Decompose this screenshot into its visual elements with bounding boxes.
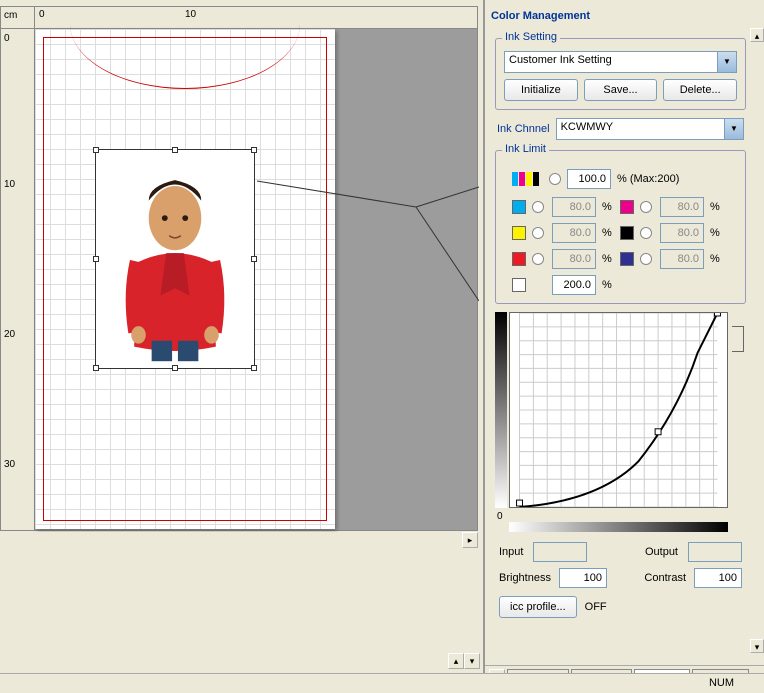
icc-status: OFF bbox=[585, 601, 607, 613]
resize-handle[interactable] bbox=[251, 147, 257, 153]
initialize-button[interactable]: Initialize bbox=[504, 79, 578, 101]
red-swatch bbox=[512, 252, 526, 266]
yellow-input[interactable] bbox=[552, 223, 596, 243]
black-input[interactable] bbox=[660, 223, 704, 243]
total-limit-suffix: % (Max:200) bbox=[617, 173, 679, 185]
ruler-tick: 20 bbox=[4, 329, 15, 340]
status-num: NUM bbox=[709, 677, 734, 689]
canvas-area[interactable]: cm 0 10 0 10 20 30 bbox=[0, 6, 478, 531]
pct-label: % bbox=[602, 279, 612, 291]
cyan-radio[interactable] bbox=[532, 201, 544, 213]
cmyk-icon bbox=[512, 172, 539, 186]
panel-title: Color Management bbox=[491, 10, 590, 22]
input-label: Input bbox=[499, 546, 523, 558]
ruler-tick: 0 bbox=[39, 9, 45, 20]
ink-setting-group: Ink Setting Customer Ink Setting Initial… bbox=[495, 38, 746, 110]
blue-radio[interactable] bbox=[640, 253, 652, 265]
scroll-up-icon[interactable]: ▴ bbox=[448, 653, 464, 669]
red-input[interactable] bbox=[552, 249, 596, 269]
pct-label: % bbox=[710, 253, 722, 265]
image-frame[interactable] bbox=[95, 149, 255, 369]
ruler-tick: 10 bbox=[4, 179, 15, 190]
red-radio[interactable] bbox=[532, 253, 544, 265]
cyan-swatch bbox=[512, 200, 526, 214]
resize-handle[interactable] bbox=[172, 147, 178, 153]
magenta-swatch bbox=[620, 200, 634, 214]
horizontal-scrollbar[interactable]: ▸ bbox=[0, 532, 478, 548]
curve-x-gradient bbox=[509, 522, 728, 532]
brightness-label: Brightness bbox=[499, 572, 551, 584]
total-limit-input[interactable] bbox=[567, 169, 611, 189]
white-swatch bbox=[512, 278, 526, 292]
save-button[interactable]: Save... bbox=[584, 79, 658, 101]
pct-label: % bbox=[602, 201, 614, 213]
resize-handle[interactable] bbox=[172, 365, 178, 371]
yellow-swatch bbox=[512, 226, 526, 240]
ruler-tick: 0 bbox=[4, 33, 10, 44]
ink-limit-group: Ink Limit % (Max:200) % % bbox=[495, 150, 746, 304]
scroll-up-icon[interactable]: ▴ bbox=[750, 28, 764, 42]
magenta-input[interactable] bbox=[660, 197, 704, 217]
panel-scrollbar[interactable]: ▴ ▾ bbox=[750, 28, 764, 653]
cyan-input[interactable] bbox=[552, 197, 596, 217]
magenta-radio[interactable] bbox=[640, 201, 652, 213]
resize-handle[interactable] bbox=[93, 147, 99, 153]
resize-handle[interactable] bbox=[93, 365, 99, 371]
pct-label: % bbox=[602, 227, 614, 239]
blue-swatch bbox=[620, 252, 634, 266]
color-management-panel: Color Management ▴ ▾ Ink Setting Custome… bbox=[483, 0, 764, 691]
scroll-right-icon[interactable]: ▸ bbox=[462, 532, 478, 548]
status-bar: NUM bbox=[0, 673, 764, 691]
curve-input-value[interactable] bbox=[533, 542, 587, 562]
curve-output-value[interactable] bbox=[688, 542, 742, 562]
ink-setting-dropdown[interactable]: Customer Ink Setting bbox=[504, 51, 737, 73]
resize-handle[interactable] bbox=[93, 256, 99, 262]
scroll-down-icon[interactable]: ▾ bbox=[750, 639, 764, 653]
pct-label: % bbox=[602, 253, 614, 265]
total-limit-radio[interactable] bbox=[549, 173, 561, 185]
ink-channel-dropdown[interactable]: KCWMWY bbox=[556, 118, 744, 140]
pct-label: % bbox=[710, 201, 722, 213]
ruler-unit: cm bbox=[1, 7, 35, 29]
ruler-vertical: 0 10 20 30 bbox=[1, 29, 35, 530]
resize-handle[interactable] bbox=[251, 256, 257, 262]
curve-bracket-icon[interactable] bbox=[732, 326, 744, 352]
tone-curve[interactable]: 0 bbox=[495, 312, 746, 520]
yellow-radio[interactable] bbox=[532, 227, 544, 239]
scroll-down-icon[interactable]: ▾ bbox=[464, 653, 480, 669]
black-radio[interactable] bbox=[640, 227, 652, 239]
ink-limit-legend: Ink Limit bbox=[502, 143, 549, 155]
black-swatch bbox=[620, 226, 634, 240]
resize-handle[interactable] bbox=[251, 365, 257, 371]
ruler-tick: 30 bbox=[4, 459, 15, 470]
canvas-vertical-scroll-buttons[interactable]: ▴ ▾ bbox=[286, 653, 480, 669]
placed-image[interactable] bbox=[102, 156, 248, 362]
white-input[interactable] bbox=[552, 275, 596, 295]
contrast-input[interactable] bbox=[694, 568, 742, 588]
ink-channel-label: Ink Chnnel bbox=[497, 123, 550, 135]
output-label: Output bbox=[645, 546, 678, 558]
blue-input[interactable] bbox=[660, 249, 704, 269]
curve-plot[interactable] bbox=[509, 312, 728, 508]
curve-y-gradient bbox=[495, 312, 507, 508]
ink-setting-legend: Ink Setting bbox=[502, 31, 560, 43]
brightness-input[interactable] bbox=[559, 568, 607, 588]
curve-zero-label: 0 bbox=[497, 511, 503, 522]
icc-profile-button[interactable]: icc profile... bbox=[499, 596, 577, 618]
page[interactable] bbox=[35, 29, 335, 529]
pct-label: % bbox=[710, 227, 722, 239]
delete-button[interactable]: Delete... bbox=[663, 79, 737, 101]
contrast-label: Contrast bbox=[644, 572, 686, 584]
